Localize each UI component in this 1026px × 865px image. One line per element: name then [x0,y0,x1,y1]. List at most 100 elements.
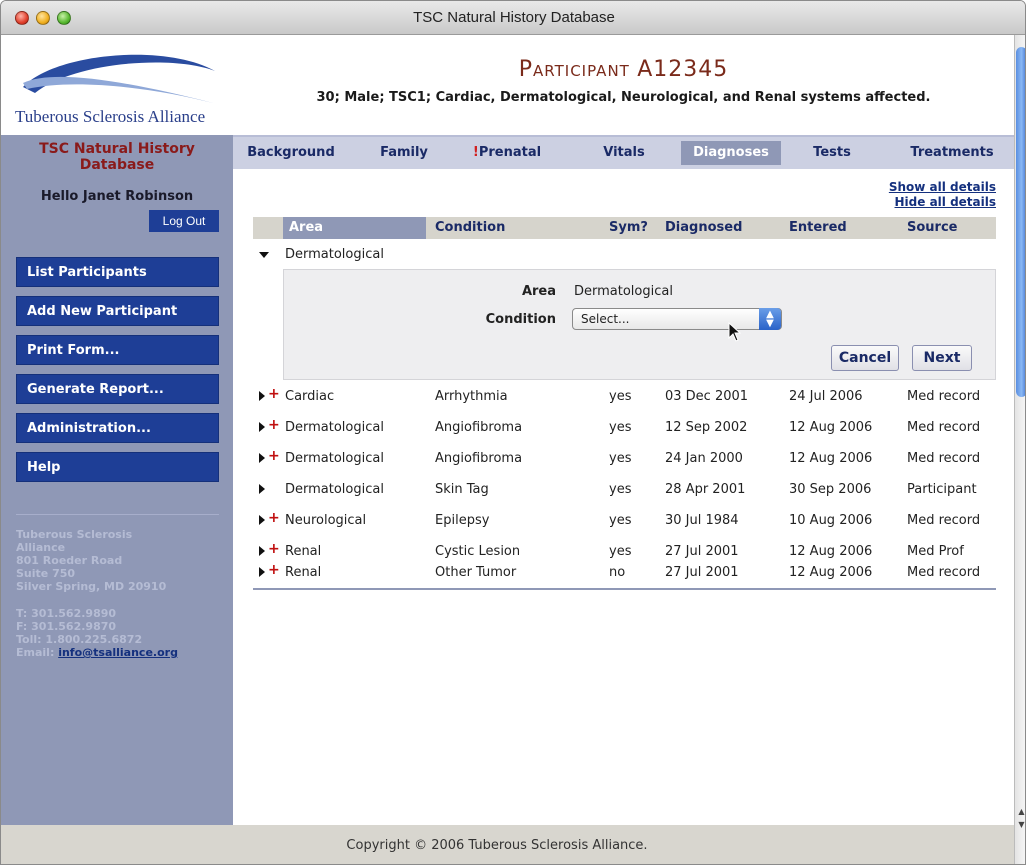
row-condition: Arrhythmia [435,389,508,404]
add-plus-icon: + [268,510,280,526]
email-link[interactable]: info@tsalliance.org [58,646,178,659]
tab-diagnoses[interactable]: Diagnoses [681,141,781,165]
nav-print-form-button[interactable]: Print Form... [16,335,219,365]
col-header-diagnosed[interactable]: Diagnosed [665,217,742,239]
row-area: Dermatological [285,482,384,497]
expand-toggle[interactable]: + [259,448,281,467]
tab-background[interactable]: Background [243,141,339,165]
tab-treatments[interactable]: Treatments [899,141,1005,165]
sidebar-app-title: TSC Natural History Database [1,141,233,173]
scrollbar-thumb[interactable] [1016,47,1025,397]
window-title: TSC Natural History Database [413,9,615,26]
col-header-source[interactable]: Source [907,217,957,239]
table-row[interactable]: + Renal Other Tumor no 27 Jul 2001 12 Au… [253,557,996,588]
row-source: Med record [907,389,981,404]
nav-help-button[interactable]: Help [16,452,219,482]
row-area: Neurological [285,513,367,528]
row-sym: yes [609,482,632,497]
row-area: Dermatological [285,451,384,466]
address-line: Suite 750 [16,567,76,580]
table-header: Area Condition Sym? Diagnosed Entered So… [253,217,996,239]
expand-toggle[interactable]: + [259,510,281,529]
row-area: Dermatological [285,247,384,262]
expand-toggle[interactable]: + [259,562,281,581]
page-header: Tuberous Sclerosis Alliance Participant … [1,35,1014,135]
table-row[interactable]: + Dermatological Angiofibroma yes 12 Sep… [253,412,996,443]
show-all-details-link[interactable]: Show all details [889,180,996,195]
row-area: Renal [285,565,322,580]
add-plus-icon: + [268,386,280,402]
expand-toggle[interactable] [259,484,281,498]
col-header-condition[interactable]: Condition [435,217,505,239]
disclosure-right-icon [259,391,265,401]
table-row[interactable]: + Cardiac Arrhythmia yes 03 Dec 2001 24 … [253,381,996,412]
row-sym: yes [609,389,632,404]
next-button[interactable]: Next [912,345,972,371]
col-header-entered[interactable]: Entered [789,217,847,239]
organization-address: Tuberous Sclerosis Alliance 801 Roeder R… [16,528,226,659]
disclosure-right-icon [259,453,265,463]
logout-button[interactable]: Log Out [149,210,219,232]
expand-toggle[interactable]: + [259,386,281,405]
tab-bar: Background Family !Prenatal Vitals Diagn… [233,135,1014,169]
user-greeting: Hello Janet Robinson [40,189,194,204]
nav-administration-button[interactable]: Administration... [16,413,219,443]
edit-area-label: Area [521,284,556,299]
cancel-button[interactable]: Cancel [831,345,899,371]
scroll-up-arrow-icon[interactable]: ▲ [1015,806,1025,818]
table-row[interactable]: Dermatological Skin Tag yes 28 Apr 2001 … [253,474,996,505]
scroll-down-arrow-icon[interactable]: ▼ [1015,819,1025,831]
add-plus-icon: + [268,541,280,557]
nav-add-participant-button[interactable]: Add New Participant [16,296,219,326]
participant-id: A12345 [637,57,729,82]
hide-all-details-link[interactable]: Hide all details [889,195,997,210]
row-area: Cardiac [285,389,335,404]
row-entered: 24 Jul 2006 [789,389,863,404]
address-gap [16,593,226,607]
condition-select[interactable]: Select... ▲ ▼ [572,308,782,330]
row-diagnosed: 30 Jul 1984 [665,513,739,528]
disclosure-right-icon [259,546,265,556]
table-row-expanded[interactable]: Dermatological [253,239,996,270]
row-area: Dermatological [285,420,384,435]
sidebar-title-line1: TSC Natural History [39,141,195,157]
row-diagnosed: 24 Jan 2000 [665,451,743,466]
tab-family[interactable]: Family [373,141,435,165]
edit-condition-label: Condition [485,312,556,327]
tsa-logo[interactable]: Tuberous Sclerosis Alliance [1,35,233,135]
nav-generate-report-button[interactable]: Generate Report... [16,374,219,404]
table-bottom-rule [253,588,996,590]
diagnosis-edit-panel: Area Dermatological Condition Select... … [283,269,996,380]
row-diagnosed: 03 Dec 2001 [665,389,749,404]
tab-tests[interactable]: Tests [801,141,863,165]
detail-toggle-links: Show all details Hide all details [889,180,996,210]
expand-toggle[interactable]: + [259,417,281,436]
logo-swoosh-icon [23,54,215,103]
row-entered: 12 Aug 2006 [789,420,873,435]
phone-number: T: 301.562.9890 [16,607,117,620]
col-header-area[interactable]: Area [283,217,426,239]
row-condition: Epilepsy [435,513,490,528]
row-sym: yes [609,513,632,528]
email-label: Email: [16,646,55,659]
table-row[interactable]: + Dermatological Angiofibroma yes 24 Jan… [253,443,996,474]
edit-area-value: Dermatological [574,284,673,299]
condition-select-value: Select... [581,312,630,326]
row-entered: 12 Aug 2006 [789,451,873,466]
disclosure-down-icon [259,252,269,258]
address-line: Silver Spring, MD 20910 [16,580,167,593]
tab-vitals[interactable]: Vitals [593,141,655,165]
sidebar-divider [16,514,219,515]
tollfree-number: Toll: 1.800.225.6872 [16,633,143,646]
col-header-sym[interactable]: Sym? [609,217,648,239]
main-content: Background Family !Prenatal Vitals Diagn… [233,135,1014,825]
row-source: Med record [907,420,981,435]
app-window: TSC Natural History Database Tuberous Sc… [0,0,1026,865]
tab-prenatal[interactable]: !Prenatal [465,141,549,165]
add-plus-icon: + [268,448,280,464]
collapse-toggle[interactable] [259,249,281,263]
nav-list-participants-button[interactable]: List Participants [16,257,219,287]
table-row[interactable]: + Neurological Epilepsy yes 30 Jul 1984 … [253,505,996,536]
address-line: Tuberous Sclerosis [16,528,133,541]
vertical-scrollbar[interactable]: ▲ ▼ [1014,35,1025,864]
